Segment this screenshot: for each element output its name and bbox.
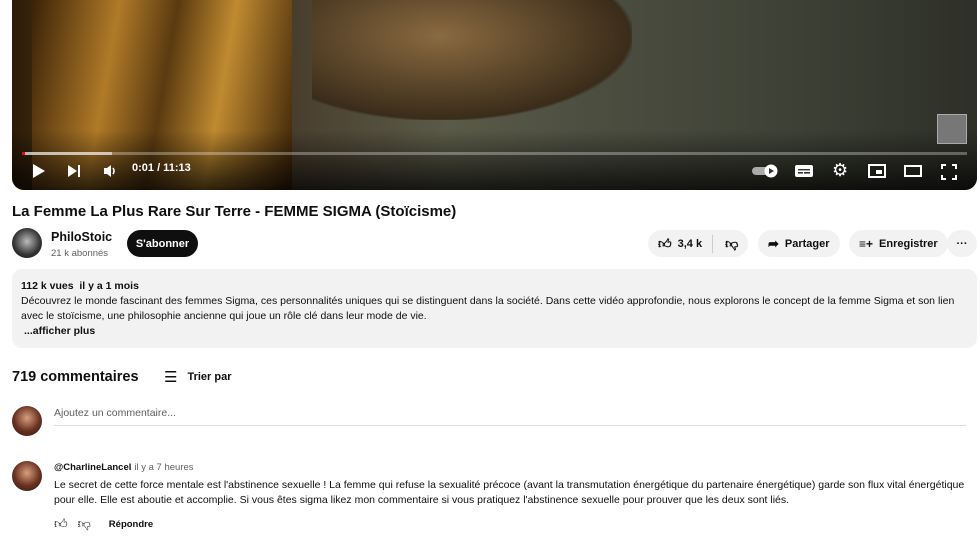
description-text: Découvrez le monde fascinant des femmes … bbox=[21, 295, 955, 322]
save-label: Enregistrer bbox=[879, 237, 938, 250]
user-avatar bbox=[12, 406, 42, 436]
subtitles-icon[interactable] bbox=[795, 164, 813, 178]
comment-count: 719 commentaires bbox=[12, 369, 139, 385]
sort-icon: ☰ bbox=[164, 369, 178, 386]
comment-input-underline bbox=[54, 425, 966, 426]
comment-like-icon[interactable]: 👍︎ bbox=[54, 516, 68, 532]
time-display: 0:01 / 11:13 bbox=[132, 162, 191, 174]
comment-author[interactable]: @CharlineLancel bbox=[54, 462, 131, 473]
settings-gear-icon[interactable]: ⚙ bbox=[832, 160, 848, 181]
autoplay-toggle[interactable] bbox=[752, 164, 778, 178]
subscriber-count: 21 k abonnés bbox=[51, 248, 109, 259]
comment-text: Le secret de cette force mentale est l'a… bbox=[54, 479, 965, 506]
reply-button[interactable]: Répondre bbox=[109, 519, 153, 530]
thumbs-up-icon: 👍︎ bbox=[658, 235, 672, 251]
share-label: Partager bbox=[784, 237, 830, 250]
comment-time[interactable]: il y a 7 heures bbox=[134, 462, 193, 473]
like-button[interactable]: 👍︎ 3,4 k bbox=[648, 234, 714, 253]
playlist-add-icon: ≡+ bbox=[859, 236, 874, 251]
channel-watermark[interactable] bbox=[937, 114, 967, 144]
progress-bar[interactable] bbox=[22, 152, 967, 155]
commenter-avatar[interactable] bbox=[12, 461, 42, 491]
video-title: La Femme La Plus Rare Sur Terre - FEMME … bbox=[12, 203, 457, 220]
more-actions-button[interactable]: ··· bbox=[947, 230, 977, 257]
share-arrow-icon: ➦ bbox=[768, 235, 779, 251]
video-player[interactable]: 0:01 / 11:13 ⚙ bbox=[12, 0, 977, 190]
description-box[interactable]: 112 k vues il y a 1 mois Découvrez le mo… bbox=[12, 269, 977, 348]
next-icon[interactable] bbox=[67, 164, 81, 178]
played-bar bbox=[22, 152, 25, 155]
share-button[interactable]: ➦ Partager bbox=[758, 230, 840, 257]
fullscreen-icon[interactable] bbox=[941, 164, 957, 180]
play-icon[interactable] bbox=[32, 164, 46, 178]
add-comment-input[interactable]: Ajoutez un commentaire... bbox=[54, 407, 176, 419]
save-button[interactable]: ≡+ Enregistrer bbox=[849, 230, 948, 257]
like-dislike-group: 👍︎ 3,4 k 👎︎ bbox=[648, 230, 748, 257]
subscribe-button[interactable]: S'abonner bbox=[127, 230, 198, 257]
dislike-button[interactable]: 👎︎ bbox=[719, 236, 738, 252]
sort-comments-button[interactable]: ☰ Trier par bbox=[164, 368, 231, 386]
upload-date: il y a 1 mois bbox=[79, 280, 139, 292]
comment-dislike-icon[interactable]: 👎︎ bbox=[78, 516, 91, 532]
comment-author-line: @CharlineLancel il y a 7 heures bbox=[54, 462, 194, 473]
volume-icon[interactable] bbox=[103, 164, 118, 178]
sort-label: Trier par bbox=[187, 371, 232, 383]
show-more-link[interactable]: ...afficher plus bbox=[24, 325, 95, 337]
channel-name[interactable]: PhiloStoic bbox=[51, 230, 112, 244]
like-count: 3,4 k bbox=[677, 237, 703, 250]
channel-avatar[interactable] bbox=[12, 228, 42, 258]
comment-actions: 👍︎ 👎︎ Répondre bbox=[54, 516, 153, 532]
buffered-bar bbox=[22, 152, 112, 155]
theater-mode-icon[interactable] bbox=[904, 164, 922, 178]
miniplayer-icon[interactable] bbox=[868, 164, 886, 178]
view-count: 112 k vues bbox=[21, 280, 74, 292]
video-frame-rock bbox=[312, 0, 632, 120]
